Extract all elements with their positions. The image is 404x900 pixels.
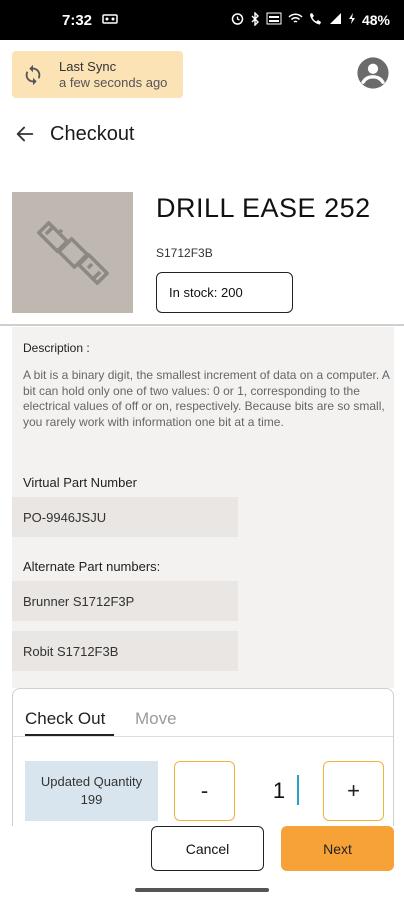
increment-button[interactable]: +	[323, 761, 384, 821]
notification-icon	[102, 12, 118, 29]
sync-time: a few seconds ago	[59, 74, 168, 90]
tab-check-out[interactable]: Check Out	[25, 709, 105, 729]
satellite-icon	[36, 220, 109, 285]
status-bar: 7:32 48%	[0, 0, 404, 40]
updated-quantity-value: 199	[80, 792, 103, 807]
account-icon[interactable]	[356, 56, 390, 90]
alternate-parts-label: Alternate Part numbers:	[23, 559, 161, 574]
quantity-input[interactable]	[235, 773, 323, 809]
text-cursor	[297, 775, 299, 805]
checkout-tabs: Check Out Move	[13, 689, 393, 737]
updated-quantity-box: Updated Quantity 199	[25, 761, 158, 821]
status-time: 7:32	[62, 11, 93, 29]
product-sku: S1712F3B	[156, 246, 213, 260]
product-image	[12, 192, 133, 313]
tab-move[interactable]: Move	[135, 709, 177, 729]
sync-title: Last Sync	[59, 58, 117, 74]
action-bar: Cancel Next	[0, 826, 404, 886]
description-text: A bit is a binary digit, the smallest in…	[23, 368, 390, 429]
product-name: DRILL EASE 252	[156, 193, 371, 223]
alarm-icon	[231, 12, 244, 28]
page-header: Checkout	[0, 112, 404, 156]
battery-icon	[348, 12, 356, 28]
last-sync-badge[interactable]: Last Sync a few seconds ago	[12, 51, 183, 98]
next-button[interactable]: Next	[281, 826, 394, 871]
gesture-bar	[0, 878, 404, 900]
data-speed-icon	[266, 12, 282, 28]
divider	[0, 324, 404, 326]
sync-icon	[25, 64, 41, 85]
back-arrow-icon[interactable]	[14, 123, 36, 145]
description-label: Description :	[23, 341, 90, 355]
checkout-panel: Check Out Move Updated Quantity 199 - +	[12, 688, 394, 826]
call-icon	[309, 12, 322, 28]
page-title: Checkout	[50, 122, 135, 145]
updated-quantity-label: Updated Quantity	[40, 774, 143, 789]
stock-badge: In stock: 200	[156, 272, 293, 313]
virtual-part-label: Virtual Part Number	[23, 475, 137, 490]
bluetooth-icon	[250, 10, 260, 29]
virtual-part-field: PO-9946JSJU	[12, 497, 238, 537]
signal-icon	[328, 12, 342, 28]
alternate-part-item: Brunner S1712F3P	[12, 581, 238, 621]
alternate-part-item: Robit S1712F3B	[12, 631, 238, 671]
battery-percent: 48%	[361, 12, 390, 28]
decrement-button[interactable]: -	[174, 761, 235, 821]
wifi-icon	[288, 12, 303, 28]
home-gesture-pill[interactable]	[135, 888, 269, 892]
cancel-button[interactable]: Cancel	[151, 826, 264, 871]
active-tab-indicator	[25, 734, 114, 736]
sync-header: Last Sync a few seconds ago	[0, 40, 404, 106]
product-details: Description : A bit is a binary digit, t…	[12, 327, 394, 688]
